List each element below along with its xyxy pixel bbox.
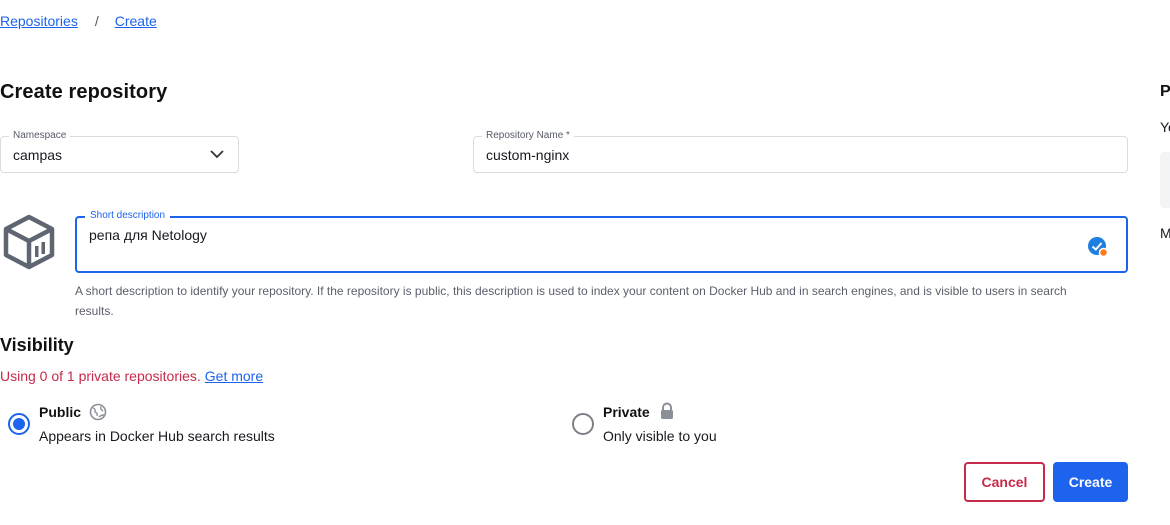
namespace-select[interactable]: Namespace campas <box>0 130 239 173</box>
public-radio[interactable] <box>8 413 30 435</box>
breadcrumb-separator: / <box>94 13 99 29</box>
public-title: Public <box>39 404 82 420</box>
side-panel-line2: M <box>1160 225 1170 241</box>
private-radio[interactable] <box>572 413 594 435</box>
namespace-label: Namespace <box>9 130 71 142</box>
breadcrumb-repositories-link[interactable]: Repositories <box>0 13 78 29</box>
repository-name-label: Repository Name * <box>482 130 574 142</box>
short-description-help: A short description to identify your rep… <box>75 284 1067 318</box>
chevron-down-icon <box>210 150 224 159</box>
grammar-check-icon[interactable] <box>1087 236 1109 258</box>
visibility-title: Visibility <box>0 335 74 355</box>
namespace-value: campas <box>13 147 63 163</box>
side-panel-code-box <box>1160 152 1170 208</box>
page-title: Create repository <box>0 81 168 103</box>
lock-icon <box>661 402 673 419</box>
cancel-button[interactable]: Cancel <box>964 462 1045 502</box>
usage-text: Using 0 of 1 private repositories. <box>0 368 201 384</box>
short-description-label: Short description <box>85 210 171 222</box>
repository-name-value: custom-nginx <box>486 147 570 163</box>
repository-cube-icon <box>3 214 55 270</box>
public-subtitle: Appears in Docker Hub search results <box>39 428 275 444</box>
get-more-link[interactable]: Get more <box>205 368 263 384</box>
repository-name-field[interactable]: Repository Name * custom-nginx <box>473 130 1128 173</box>
private-subtitle: Only visible to you <box>603 428 717 444</box>
side-panel-clipped: P Yo M <box>1160 0 1170 525</box>
breadcrumb-create-link[interactable]: Create <box>115 13 157 29</box>
short-description-field[interactable]: Short description репа для Netology <box>75 210 1128 273</box>
visibility-public-option[interactable]: Public Appears in Docker Hub search resu… <box>0 398 480 448</box>
create-button[interactable]: Create <box>1053 462 1128 502</box>
side-panel-heading: P <box>1160 83 1170 100</box>
short-description-value: репа для Netology <box>89 227 207 243</box>
globe-icon <box>89 403 107 421</box>
visibility-private-option[interactable]: Private Only visible to you <box>564 398 1044 448</box>
breadcrumb: Repositories / Create <box>0 13 157 29</box>
side-panel-line1: Yo <box>1160 119 1170 135</box>
private-repo-usage: Using 0 of 1 private repositories. Get mo… <box>0 368 263 384</box>
private-title: Private <box>603 404 650 420</box>
